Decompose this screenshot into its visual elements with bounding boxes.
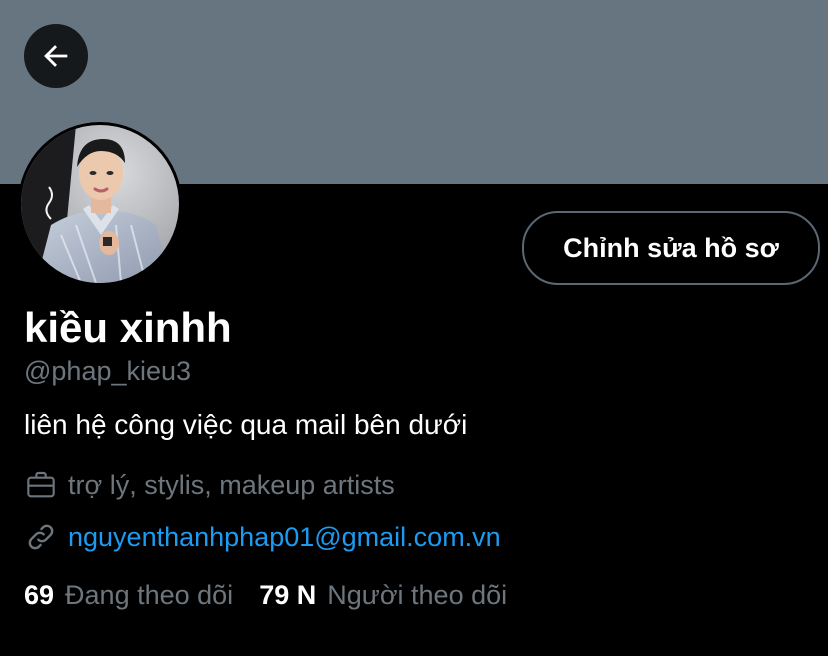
back-button[interactable] bbox=[24, 24, 88, 88]
following-label: Đang theo dõi bbox=[65, 580, 234, 610]
following-count: 69 bbox=[24, 580, 55, 610]
profile-website[interactable]: nguyenthanhphap01@gmail.com.vn bbox=[24, 520, 501, 554]
following-stat[interactable]: 69 Đang theo dõi bbox=[24, 580, 233, 611]
link-icon bbox=[24, 520, 58, 554]
profile-page: Chỉnh sửa hồ sơ kiều xinhh @phap_kieu3 l… bbox=[0, 0, 828, 656]
followers-stat[interactable]: 79 N Người theo dõi bbox=[259, 580, 507, 611]
avatar[interactable] bbox=[18, 122, 182, 286]
display-name: kiều xinhh bbox=[24, 304, 232, 351]
arrow-left-icon bbox=[44, 45, 68, 67]
profile-bio: liên hệ công việc qua mail bên dưới bbox=[24, 409, 468, 440]
profile-category: trợ lý, stylis, makeup artists bbox=[24, 468, 395, 502]
edit-profile-button[interactable]: Chỉnh sửa hồ sơ bbox=[522, 211, 820, 285]
category-label: trợ lý, stylis, makeup artists bbox=[68, 469, 395, 500]
followers-count: 79 N bbox=[259, 580, 317, 610]
briefcase-icon bbox=[24, 468, 58, 502]
username-handle: @phap_kieu3 bbox=[24, 356, 192, 386]
followers-label: Người theo dõi bbox=[327, 580, 508, 610]
follow-stats: 69 Đang theo dõi 79 N Người theo dõi bbox=[24, 580, 507, 611]
website-link[interactable]: nguyenthanhphap01@gmail.com.vn bbox=[68, 522, 501, 553]
avatar-image bbox=[21, 125, 179, 283]
